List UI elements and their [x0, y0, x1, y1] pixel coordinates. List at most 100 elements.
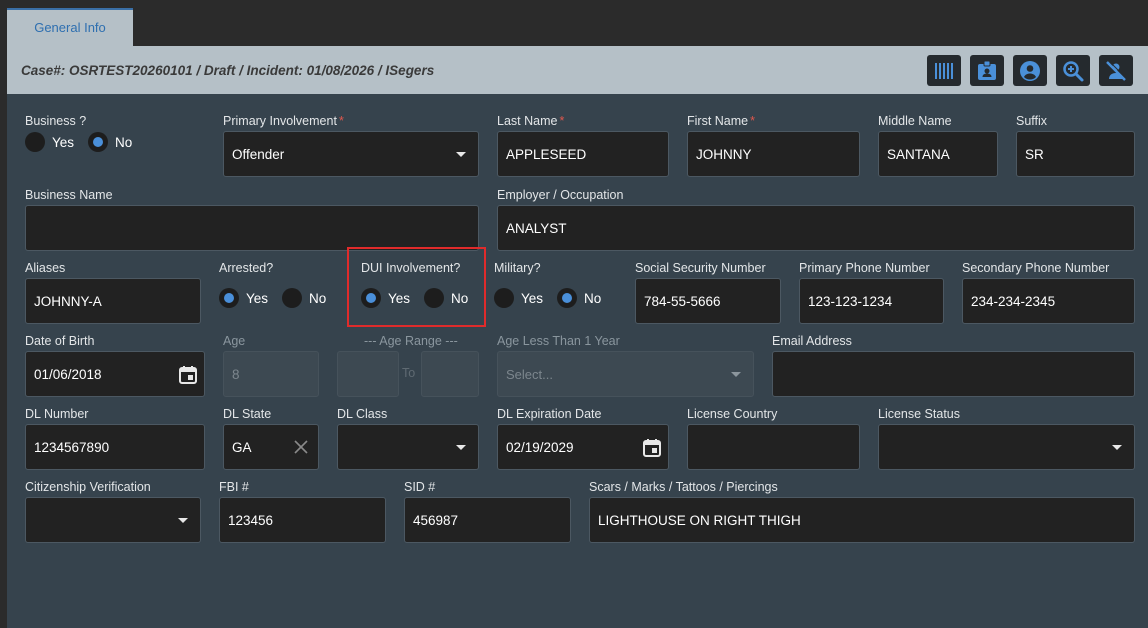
suffix-input[interactable]: SR	[1016, 131, 1135, 177]
radio-label: No	[584, 290, 602, 306]
business-name-label: Business Name	[25, 188, 113, 202]
zoom-in-icon	[1063, 60, 1084, 81]
age-range-to-label: To	[402, 366, 416, 380]
calendar-icon[interactable]	[178, 365, 198, 385]
business-label: Business ?	[25, 114, 87, 128]
dl-state-label: DL State	[223, 407, 272, 421]
case-info-text: Case#: OSRTEST20260101 / Draft / Inciden…	[21, 63, 435, 78]
radio-circle	[219, 288, 239, 308]
fbi-input[interactable]: 123456	[219, 497, 386, 543]
chevron-down-icon	[1112, 445, 1122, 450]
chevron-down-icon	[456, 445, 466, 450]
age-less-than-1-select: Select...	[497, 351, 754, 397]
first-name-label: First Name *	[687, 114, 755, 128]
military-yes-radio[interactable]: Yes	[494, 288, 543, 308]
last-name-label: Last Name *	[497, 114, 565, 128]
left-edge	[0, 94, 7, 628]
ssn-label: Social Security Number	[635, 261, 766, 275]
secondary-phone-label: Secondary Phone Number	[962, 261, 1110, 275]
radio-label: Yes	[52, 134, 75, 150]
last-name-input[interactable]: APPLESEED	[497, 131, 669, 177]
chevron-down-icon	[178, 518, 188, 523]
sid-input[interactable]: 456987	[404, 497, 571, 543]
radio-label: No	[309, 290, 327, 306]
middle-name-input[interactable]: SANTANA	[878, 131, 998, 177]
aliases-label: Aliases	[25, 261, 66, 275]
arrested-label: Arrested?	[219, 261, 274, 275]
radio-label: No	[115, 134, 133, 150]
age-range-from-input	[337, 351, 399, 397]
primary-phone-label: Primary Phone Number	[799, 261, 930, 275]
primary-involvement-label: Primary Involvement *	[223, 114, 344, 128]
radio-label: Yes	[246, 290, 269, 306]
business-yes-radio[interactable]: Yes	[25, 132, 74, 152]
license-status-select[interactable]	[878, 424, 1135, 470]
tab-bar: General Info	[0, 0, 1148, 46]
license-country-input[interactable]	[687, 424, 860, 470]
person-off-icon	[1106, 59, 1127, 81]
age-less-than-1-label: Age Less Than 1 Year	[497, 334, 620, 348]
scars-label: Scars / Marks / Tattoos / Piercings	[589, 480, 778, 494]
age-range-label: --- Age Range ---	[364, 334, 458, 348]
dui-highlight-box	[347, 247, 486, 327]
business-name-input[interactable]	[25, 205, 479, 251]
first-name-input[interactable]: JOHNNY	[687, 131, 860, 177]
radio-circle	[282, 288, 302, 308]
ssn-input[interactable]: 784-55-5666	[635, 278, 781, 324]
fbi-label: FBI #	[219, 480, 249, 494]
radio-circle	[88, 132, 108, 152]
clear-icon[interactable]	[292, 438, 310, 456]
age-range-to-input	[421, 351, 479, 397]
dl-number-input[interactable]: 1234567890	[25, 424, 205, 470]
dl-class-label: DL Class	[337, 407, 388, 421]
profile-button[interactable]	[1013, 55, 1047, 86]
military-no-radio[interactable]: No	[557, 288, 601, 308]
case-header: Case#: OSRTEST20260101 / Draft / Inciden…	[7, 46, 1148, 94]
military-label: Military?	[494, 261, 541, 275]
search-zoom-button[interactable]	[1056, 55, 1090, 86]
scars-input[interactable]: LIGHTHOUSE ON RIGHT THIGH	[589, 497, 1135, 543]
license-country-label: License Country	[687, 407, 778, 421]
barcode-icon	[935, 62, 953, 79]
suffix-label: Suffix	[1016, 114, 1048, 128]
radio-circle	[25, 132, 45, 152]
person-off-button[interactable]	[1099, 55, 1133, 86]
dob-label: Date of Birth	[25, 334, 95, 348]
email-label: Email Address	[772, 334, 852, 348]
id-card-icon	[978, 60, 996, 80]
aliases-input[interactable]: JOHNNY-A	[25, 278, 201, 324]
age-label: Age	[223, 334, 246, 348]
tab-general-info[interactable]: General Info	[7, 8, 133, 46]
calendar-icon[interactable]	[642, 438, 662, 458]
dob-input[interactable]: 01/06/2018	[25, 351, 205, 397]
arrested-yes-radio[interactable]: Yes	[219, 288, 268, 308]
secondary-phone-input[interactable]: 234-234-2345	[962, 278, 1135, 324]
age-input: 8	[223, 351, 319, 397]
dl-state-select[interactable]: GA	[223, 424, 319, 470]
sid-label: SID #	[404, 480, 436, 494]
dob-value: 01/06/2018	[34, 366, 102, 382]
email-input[interactable]	[772, 351, 1135, 397]
barcode-button[interactable]	[927, 55, 961, 86]
dl-class-select[interactable]	[337, 424, 479, 470]
radio-circle	[557, 288, 577, 308]
employer-label: Employer / Occupation	[497, 188, 624, 202]
primary-involvement-select[interactable]: Offender	[223, 131, 479, 177]
user-circle-icon	[1020, 60, 1040, 81]
radio-label: Yes	[521, 290, 544, 306]
id-card-button[interactable]	[970, 55, 1004, 86]
business-no-radio[interactable]: No	[88, 132, 132, 152]
dl-expiration-value: 02/19/2029	[506, 439, 574, 455]
employer-input[interactable]: ANALYST	[497, 205, 1135, 251]
chevron-down-icon	[456, 152, 466, 157]
citizenship-label: Citizenship Verification	[25, 480, 151, 494]
license-status-label: License Status	[878, 407, 960, 421]
dl-expiration-input[interactable]: 02/19/2029	[497, 424, 669, 470]
select-value: Offender	[232, 146, 285, 162]
primary-phone-input[interactable]: 123-123-1234	[799, 278, 944, 324]
citizenship-select[interactable]	[25, 497, 201, 543]
select-placeholder: Select...	[506, 366, 553, 382]
middle-name-label: Middle Name	[878, 114, 952, 128]
arrested-no-radio[interactable]: No	[282, 288, 326, 308]
radio-circle	[494, 288, 514, 308]
